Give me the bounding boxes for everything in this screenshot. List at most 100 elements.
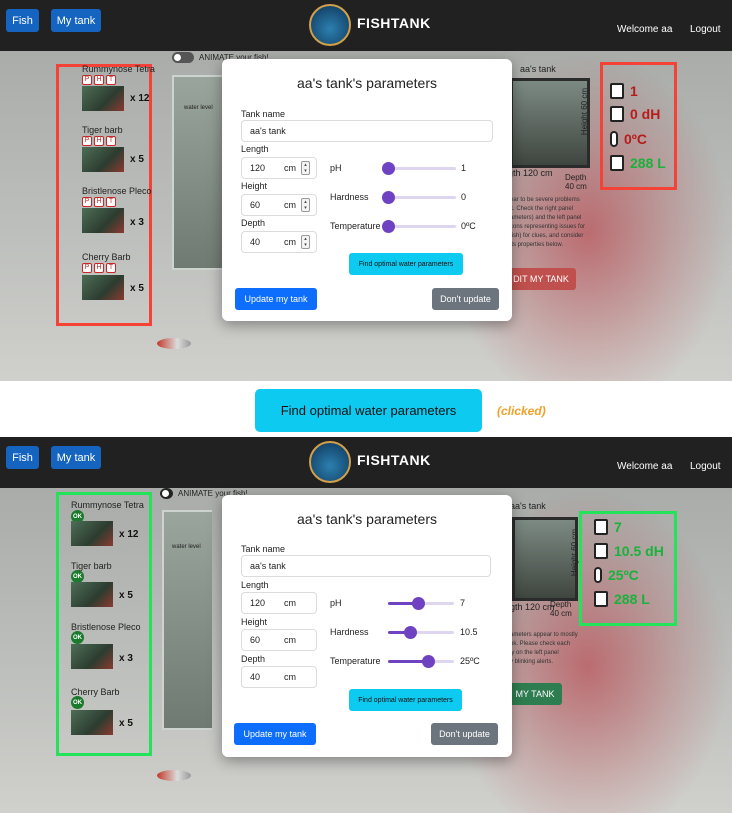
volume-icon (594, 591, 608, 607)
height-spinner-icon[interactable]: ▴ ▾ (301, 198, 310, 212)
fish-count: x 3 (130, 217, 144, 228)
navbar: Fish My tank FISHTANK Welcome aa Logout (0, 0, 732, 51)
slider-thumb (403, 626, 417, 639)
slider-thumb (382, 220, 395, 233)
fish-count: x 5 (130, 154, 144, 165)
fish-count: x 5 (119, 718, 133, 729)
logout-link[interactable]: Logout (690, 461, 721, 472)
dim-depth: Depth 40 cm (550, 600, 572, 618)
ph-param: 7 (594, 519, 622, 535)
dim-depth: Depth 40 cm (565, 173, 587, 191)
fish-count: x 5 (119, 590, 133, 601)
tank-name-input[interactable]: aa's tank (241, 120, 493, 142)
toggle-switch-icon (172, 52, 194, 63)
fish-thumbnail[interactable] (82, 275, 124, 300)
depth-label: Depth (241, 218, 266, 228)
height-input[interactable]: 60 (241, 629, 317, 651)
ph-warning-icon: P (82, 263, 92, 273)
dont-update-button[interactable]: Don't update (431, 723, 498, 745)
fish-name: Cherry Barb (82, 252, 131, 262)
brand-title: FISHTANK (357, 15, 431, 31)
update-tank-button[interactable]: Update my tank (235, 288, 317, 310)
tank-image (512, 517, 578, 601)
advice-text: ameters appear to mostly ok. Please check… (510, 632, 578, 665)
ph-slider[interactable] (382, 162, 456, 175)
modal-title: aa's tank's parameters (297, 75, 437, 91)
depth-unit: cm (284, 237, 296, 247)
fish-thumbnail[interactable] (71, 644, 113, 669)
fish-thumbnail[interactable] (82, 147, 124, 172)
fish-warnings: PHT (82, 136, 116, 146)
fish-count: x 3 (119, 653, 133, 664)
fish-thumbnail[interactable] (71, 710, 113, 735)
volume-icon (610, 155, 624, 171)
hardness-warning-icon: H (94, 75, 104, 85)
welcome-text: Welcome aa (617, 461, 673, 472)
fish-thumbnail[interactable] (82, 208, 124, 233)
fish-warnings: PHT (82, 75, 116, 85)
fish-nav-button[interactable]: Fish (6, 446, 39, 469)
temperature-slider[interactable] (382, 220, 456, 233)
ph-warning-icon: P (82, 75, 92, 85)
swimming-fish (157, 770, 191, 781)
temp-warning-icon: T (106, 75, 116, 85)
edit-tank-button[interactable]: DIT MY TANK (506, 268, 576, 290)
dim-height: Height 60 cm (580, 88, 589, 136)
tank-title: aa's tank (520, 64, 556, 74)
tank-params-modal: aa's tank's parameters Tank name aa's ta… (222, 59, 512, 321)
temperature-slider[interactable] (388, 655, 454, 668)
logout-link[interactable]: Logout (690, 24, 721, 35)
height-label: Height (241, 617, 268, 627)
hardness-param: 10.5 dH (594, 543, 664, 559)
modal-title: aa's tank's parameters (297, 511, 437, 527)
my-tank-nav-button[interactable]: My tank (51, 9, 101, 32)
fish-name: Bristlenose Pleco (82, 186, 152, 196)
fish-thumbnail[interactable] (82, 86, 124, 111)
length-input[interactable]: 120 (241, 592, 317, 614)
fish-name: Rummynose Tetra (82, 64, 155, 74)
edit-tank-button[interactable]: MY TANK (508, 683, 562, 705)
hardness-slider[interactable] (388, 626, 454, 639)
tank-name-label: Tank name (241, 109, 286, 119)
depth-unit: cm (284, 672, 296, 682)
annotation-strip: Find optimal water parameters (clicked) (0, 381, 732, 437)
fish-thumbnail[interactable] (71, 521, 113, 546)
length-spinner-icon[interactable]: ▴ ▾ (301, 161, 310, 175)
slider-thumb (421, 655, 435, 668)
dim-width: gth 120 cm (508, 168, 553, 178)
length-label: Length (241, 144, 269, 154)
swimming-fish (157, 338, 191, 349)
ph-meter-icon (610, 83, 624, 99)
dont-update-button[interactable]: Don't update (432, 288, 499, 310)
length-unit: cm (284, 598, 296, 608)
fish-name: Bristlenose Pleco (71, 622, 141, 632)
ph-value: 7 (460, 598, 466, 608)
tank-preview-left: water level (162, 510, 212, 730)
fish-warnings: PHT (82, 263, 116, 273)
hardness-test-icon (594, 543, 608, 559)
tank-name-input[interactable]: aa's tank (241, 555, 491, 577)
find-optimal-button-zoomed[interactable]: Find optimal water parameters (255, 389, 482, 432)
depth-input[interactable]: 40 (241, 666, 317, 688)
fish-nav-button[interactable]: Fish (6, 9, 39, 32)
ph-meter-icon (594, 519, 608, 535)
hardness-value: 10.5 (460, 627, 478, 637)
tank-params-modal: aa's tank's parameters Tank name aa's ta… (222, 495, 512, 757)
fish-thumbnail[interactable] (71, 582, 113, 607)
hardness-slider[interactable] (382, 191, 456, 204)
depth-spinner-icon[interactable]: ▴ ▾ (301, 235, 310, 249)
temp-param: 0ºC (610, 131, 647, 147)
fishtank-logo-icon (309, 441, 351, 483)
find-optimal-button[interactable]: Find optimal water parameters (349, 689, 462, 711)
hardness-label: Hardness (330, 627, 369, 637)
update-tank-button[interactable]: Update my tank (234, 723, 316, 745)
ph-slider[interactable] (388, 597, 454, 610)
screenshot-before: Fish My tank FISHTANK Welcome aa Logout … (0, 0, 732, 381)
tank-name-label: Tank name (241, 544, 286, 554)
find-optimal-button[interactable]: Find optimal water parameters (349, 253, 463, 275)
my-tank-nav-button[interactable]: My tank (51, 446, 101, 469)
tank-preview-left: water level (172, 75, 222, 270)
fish-name: Rummynose Tetra (71, 500, 144, 510)
fish-warnings: PHT (82, 197, 116, 207)
fish-count: x 5 (130, 283, 144, 294)
